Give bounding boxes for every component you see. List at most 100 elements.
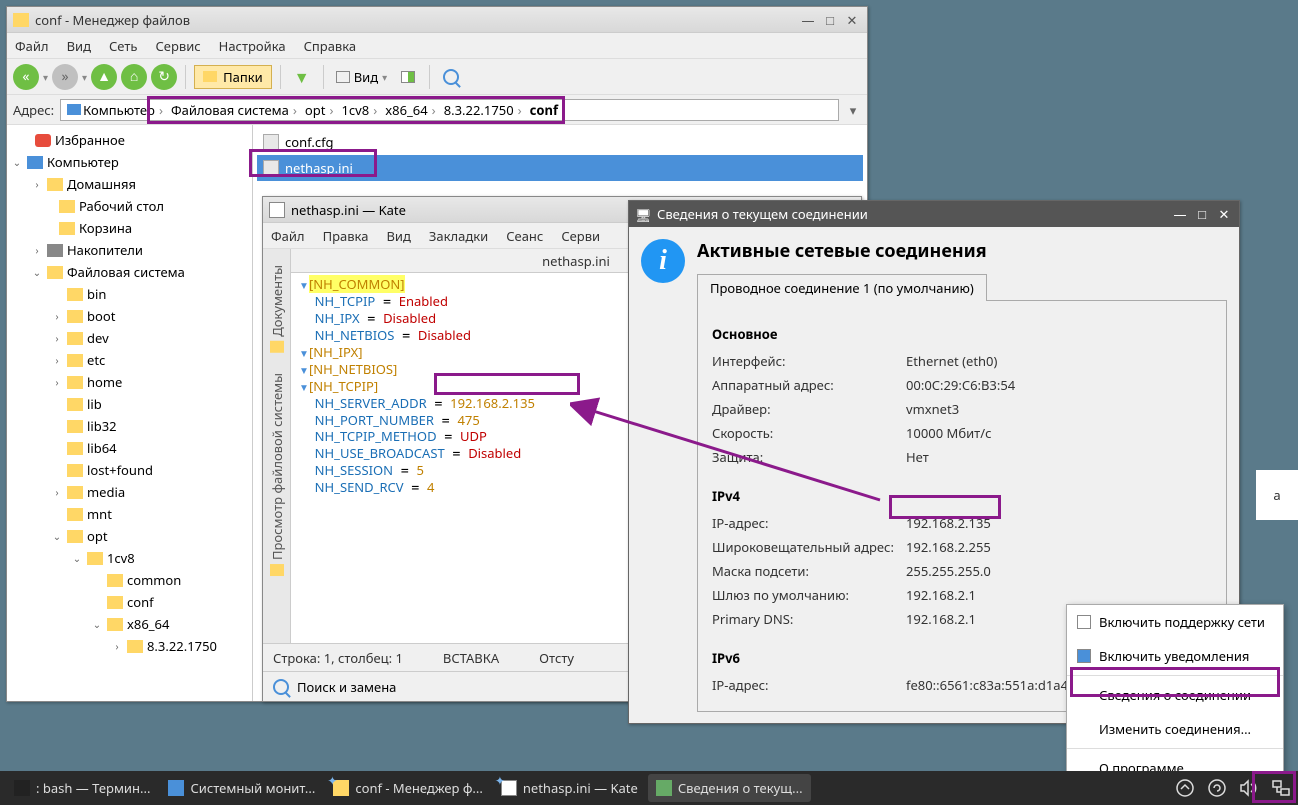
tray-volume-icon[interactable] [1238,777,1260,799]
tree-1cv8[interactable]: ⌄1cv8 [7,547,252,569]
ctx-edit-connections[interactable]: Изменить соединения... [1067,712,1283,746]
tree-trash[interactable]: Корзина [7,217,252,239]
tree-home2[interactable]: ›home [7,371,252,393]
task-kate[interactable]: ✦nethasp.ini — Kate [493,774,646,802]
tree-desktop[interactable]: Рабочий стол [7,195,252,217]
tree-opt[interactable]: ⌄opt [7,525,252,547]
tree-x86-64[interactable]: ⌄x86_64 [7,613,252,635]
ctx-enable-network[interactable]: Включить поддержку сети [1067,605,1283,639]
task-terminal[interactable]: : bash — Термин... [6,774,158,802]
filter-button[interactable]: ▼ [289,64,315,90]
minimize-button[interactable]: — [1171,205,1189,223]
row-security: Защита:Нет [712,445,1212,469]
conn-tab-wired[interactable]: Проводное соединение 1 (по умолчанию) [697,274,987,301]
tree-lib64[interactable]: lib64 [7,437,252,459]
close-button[interactable]: ✕ [1215,205,1233,223]
address-box[interactable]: Компьютер› Файловая система› opt› 1cv8› … [60,99,839,121]
up-button[interactable]: ▲ [91,64,117,90]
menu-settings[interactable]: Настройка [219,37,286,55]
tree-dev[interactable]: ›dev [7,327,252,349]
refresh-button[interactable]: ↻ [151,64,177,90]
kate-menu-service[interactable]: Серви [561,227,600,245]
tree-boot[interactable]: ›boot [7,305,252,327]
folder-icon [13,13,29,27]
section-general: Основное [712,325,1212,343]
tray-expand-icon[interactable] [1174,777,1196,799]
monitor-icon [168,780,184,796]
split-button[interactable] [395,64,421,90]
close-button[interactable]: ✕ [843,11,861,29]
task-conninfo[interactable]: Сведения о текущ... [648,774,811,802]
conn-heading: Активные сетевые соединения [697,239,1227,263]
conn-titlebar[interactable]: 🖥 Сведения о текущем соединении — □ ✕ [629,201,1239,227]
crumb-computer[interactable]: Компьютер› [65,101,167,119]
file-nethasp-ini[interactable]: nethasp.ini [257,155,863,181]
tray-network-icon[interactable] [1270,777,1292,799]
fm-titlebar[interactable]: conf - Менеджер файлов — □ ✕ [7,7,867,33]
back-dd-icon[interactable]: ▾ [43,70,48,84]
task-sysmon[interactable]: Системный монит... [160,774,323,802]
menu-help[interactable]: Справка [304,37,357,55]
search-button[interactable] [438,64,464,90]
insert-mode[interactable]: ВСТАВКА [443,649,499,667]
ctx-enable-notifications[interactable]: Включить уведомления [1067,639,1283,673]
minimize-button[interactable]: — [799,11,817,29]
menu-view[interactable]: Вид [67,37,91,55]
kate-menu-view[interactable]: Вид [386,227,410,245]
crumb-opt[interactable]: opt› [303,101,338,119]
kate-menu-bookmarks[interactable]: Закладки [429,227,488,245]
kate-sidebar: Документы Просмотр файловой системы [263,249,291,643]
kate-menu-file[interactable]: Файл [271,227,305,245]
crumb-ver[interactable]: 8.3.22.1750› [442,101,526,119]
home-button[interactable]: ⌂ [121,64,147,90]
tree-lib[interactable]: lib [7,393,252,415]
tree-etc[interactable]: ›etc [7,349,252,371]
cursor-position[interactable]: Строка: 1, столбец: 1 [273,649,403,667]
menu-network[interactable]: Сеть [109,37,137,55]
folders-toggle[interactable]: Папки [194,65,272,89]
menu-service[interactable]: Сервис [155,37,200,55]
address-dropdown-icon[interactable]: ▾ [845,101,861,119]
tree-mounts[interactable]: ›Накопители [7,239,252,261]
view-mode-button[interactable]: Вид▾ [332,64,391,90]
side-tab-fsbrowse[interactable]: Просмотр файловой системы [266,365,288,584]
separator [185,65,186,89]
maximize-button[interactable]: □ [821,11,839,29]
row-ip-addr: IP-адрес:192.168.2.135 [712,511,1212,535]
fm-toolbar: « ▾ » ▾ ▲ ⌂ ↻ Папки ▼ Вид▾ [7,59,867,95]
file-conf-cfg[interactable]: conf.cfg [257,129,863,155]
crumb-conf[interactable]: conf [528,101,560,119]
tree-bin[interactable]: bin [7,283,252,305]
tray-sync-icon[interactable] [1206,777,1228,799]
tree-mnt[interactable]: mnt [7,503,252,525]
tree-media[interactable]: ›media [7,481,252,503]
crumb-x86[interactable]: x86_64› [383,101,439,119]
tree-home[interactable]: ›Домашняя [7,173,252,195]
tree-common[interactable]: common [7,569,252,591]
tree-computer[interactable]: ⌄Компьютер [7,151,252,173]
maximize-button[interactable]: □ [1193,205,1211,223]
fwd-dd-icon[interactable]: ▾ [82,70,87,84]
indent-mode[interactable]: Отсту [539,649,574,667]
forward-button[interactable]: » [52,64,78,90]
tree-lib32[interactable]: lib32 [7,415,252,437]
row-driver: Драйвер:vmxnet3 [712,397,1212,421]
tree-version[interactable]: ›8.3.22.1750 [7,635,252,657]
ctx-connection-info[interactable]: Сведения о соединении [1067,678,1283,712]
checkbox-checked-icon [1077,649,1091,663]
back-button[interactable]: « [13,64,39,90]
crumb-fs[interactable]: Файловая система› [169,101,301,119]
menu-file[interactable]: Файл [15,37,49,55]
tree-fs[interactable]: ⌄Файловая система [7,261,252,283]
tree-favorites[interactable]: Избранное [7,129,252,151]
crumb-1cv8[interactable]: 1cv8› [340,101,382,119]
fm-tree[interactable]: Избранное ⌄Компьютер ›Домашняя Рабочий с… [7,125,253,701]
fm-menubar: Файл Вид Сеть Сервис Настройка Справка [7,33,867,59]
kate-menu-session[interactable]: Сеанс [506,227,543,245]
kate-menu-edit[interactable]: Правка [323,227,369,245]
tree-conf[interactable]: conf [7,591,252,613]
conn-window-title: Сведения о текущем соединении [657,205,1167,223]
side-tab-documents[interactable]: Документы [266,257,288,361]
task-filemanager[interactable]: ✦conf - Менеджер ф... [325,774,491,802]
tree-lostfound[interactable]: lost+found [7,459,252,481]
